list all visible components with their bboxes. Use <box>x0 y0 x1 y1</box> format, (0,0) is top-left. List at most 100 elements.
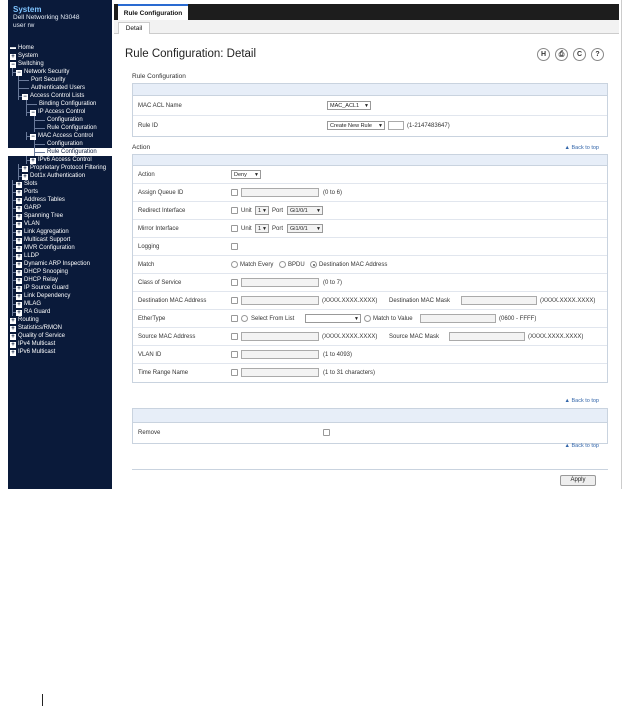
mirror-checkbox[interactable] <box>231 225 238 232</box>
sidebar-item-mlag[interactable]: + MLAG <box>8 300 112 308</box>
sidebar-item-dynamic-arp-inspection[interactable]: + Dynamic ARP Inspection <box>8 260 112 268</box>
sidebar-item-configuration[interactable]: Configuration <box>8 140 112 148</box>
ethertype-select[interactable]: ▼ <box>305 314 361 323</box>
select-from-list-radio[interactable] <box>241 315 248 322</box>
sidebar-item-dhcp-relay[interactable]: + DHCP Relay <box>8 276 112 284</box>
expand-icon[interactable]: + <box>16 181 22 188</box>
sidebar-item-ipv6-multicast[interactable]: + IPv6 Multicast <box>8 348 112 356</box>
sidebar-item-mvr-configuration[interactable]: + MVR Configuration <box>8 244 112 252</box>
src-mac-input[interactable] <box>241 332 319 341</box>
mirror-unit-select[interactable]: 1 ▼ <box>255 224 269 233</box>
sidebar-item-mac-access-control[interactable]: − MAC Access Control <box>8 132 112 140</box>
collapse-icon[interactable]: − <box>16 69 22 76</box>
sidebar-item-ra-guard[interactable]: + RA Guard <box>8 308 112 316</box>
expand-icon[interactable]: + <box>22 173 28 180</box>
sidebar-item-statistics-rmon[interactable]: + Statistics/RMON <box>8 324 112 332</box>
sidebar-item-ip-source-guard[interactable]: + IP Source Guard <box>8 284 112 292</box>
system-title[interactable]: System <box>13 5 107 14</box>
sidebar-item-ip-access-control[interactable]: − IP Access Control <box>8 108 112 116</box>
cos-checkbox[interactable] <box>231 279 238 286</box>
sidebar-item-authenticated-users[interactable]: Authenticated Users <box>8 84 112 92</box>
redirect-checkbox[interactable] <box>231 207 238 214</box>
ethertype-checkbox[interactable] <box>231 315 238 322</box>
print-icon[interactable]: ⎙ <box>555 48 568 61</box>
sidebar-item-spanning-tree[interactable]: + Spanning Tree <box>8 212 112 220</box>
rule-id-input[interactable] <box>388 121 404 130</box>
expand-icon[interactable]: + <box>10 333 16 340</box>
logging-checkbox[interactable] <box>231 243 238 250</box>
back-to-top-link[interactable]: ▲ Back to top <box>565 145 600 151</box>
sidebar-item-link-dependency[interactable]: + Link Dependency <box>8 292 112 300</box>
sidebar-item-lldp[interactable]: + LLDP <box>8 252 112 260</box>
expand-icon[interactable]: + <box>16 189 22 196</box>
expand-icon[interactable]: + <box>16 213 22 220</box>
ethertype-value-input[interactable] <box>420 314 496 323</box>
save-icon[interactable]: H <box>537 48 550 61</box>
cos-input[interactable] <box>241 278 319 287</box>
bpdu-radio[interactable] <box>279 261 286 268</box>
expand-icon[interactable]: + <box>10 341 16 348</box>
expand-icon[interactable]: + <box>30 157 36 164</box>
expand-icon[interactable]: + <box>16 253 22 260</box>
action-select[interactable]: Deny ▼ <box>231 170 261 179</box>
back-to-top-link[interactable]: ▲ Back to top <box>565 398 600 404</box>
expand-icon[interactable]: + <box>16 301 22 308</box>
dest-mac-mask-input[interactable] <box>461 296 537 305</box>
sidebar-item-configuration[interactable]: Configuration <box>8 116 112 124</box>
sidebar-item-ports[interactable]: + Ports <box>8 188 112 196</box>
expand-icon[interactable]: + <box>16 221 22 228</box>
sidebar-item-proprietary-protocol-filtering[interactable]: + Proprietary Protocol Filtering <box>8 164 112 172</box>
expand-icon[interactable]: + <box>10 325 16 332</box>
sidebar-item-ipv6-access-control[interactable]: + IPv6 Access Control <box>8 156 112 164</box>
sidebar-item-rule-configuration[interactable]: Rule Configuration <box>8 148 112 156</box>
mirror-port-select[interactable]: Gi1/0/1 ▼ <box>287 224 323 233</box>
expand-icon[interactable]: + <box>16 309 22 316</box>
dest-mac-checkbox[interactable] <box>231 297 238 304</box>
vlan-checkbox[interactable] <box>231 351 238 358</box>
expand-icon[interactable]: + <box>16 269 22 276</box>
expand-icon[interactable]: + <box>22 165 28 172</box>
sidebar-item-rule-configuration[interactable]: Rule Configuration <box>8 124 112 132</box>
sidebar-item-access-control-lists[interactable]: − Access Control Lists <box>8 92 112 100</box>
expand-icon[interactable]: + <box>16 293 22 300</box>
time-range-checkbox[interactable] <box>231 369 238 376</box>
expand-icon[interactable]: + <box>16 197 22 204</box>
mac-acl-name-select[interactable]: MAC_ACL1 ▼ <box>327 101 371 110</box>
apply-button[interactable]: Apply <box>560 475 596 486</box>
src-mac-mask-input[interactable] <box>449 332 525 341</box>
expand-icon[interactable]: + <box>16 285 22 292</box>
expand-icon[interactable]: + <box>16 245 22 252</box>
expand-icon[interactable]: + <box>10 53 16 60</box>
sidebar-item-routing[interactable]: + Routing <box>8 316 112 324</box>
sidebar-item-system[interactable]: + System <box>8 52 112 60</box>
dest-mac-radio[interactable] <box>310 261 317 268</box>
expand-icon[interactable]: + <box>16 277 22 284</box>
rule-id-select[interactable]: Create New Rule ▼ <box>327 121 385 130</box>
refresh-icon[interactable]: C <box>573 48 586 61</box>
assign-queue-input[interactable] <box>241 188 319 197</box>
sidebar-item-slots[interactable]: + Slots <box>8 180 112 188</box>
help-icon[interactable]: ? <box>591 48 604 61</box>
sidebar-item-dhcp-snooping[interactable]: + DHCP Snooping <box>8 268 112 276</box>
sidebar-item-address-tables[interactable]: + Address Tables <box>8 196 112 204</box>
redirect-unit-select[interactable]: 1 ▼ <box>255 206 269 215</box>
back-to-top-link[interactable]: ▲ Back to top <box>565 443 600 449</box>
match-every-radio[interactable] <box>231 261 238 268</box>
sidebar-item-switching[interactable]: − Switching <box>8 60 112 68</box>
src-mac-checkbox[interactable] <box>231 333 238 340</box>
expand-icon[interactable]: + <box>16 237 22 244</box>
sidebar-item-quality-of-service[interactable]: + Quality of Service <box>8 332 112 340</box>
sidebar-item-multicast-support[interactable]: + Multicast Support <box>8 236 112 244</box>
sidebar-item-vlan[interactable]: + VLAN <box>8 220 112 228</box>
tab-detail[interactable]: Detail <box>118 22 150 34</box>
sidebar-item-home[interactable]: ▬ Home <box>8 44 112 52</box>
expand-icon[interactable]: + <box>16 261 22 268</box>
sidebar-item-port-security[interactable]: Port Security <box>8 76 112 84</box>
sidebar-item-garp[interactable]: + GARP <box>8 204 112 212</box>
collapse-icon[interactable]: − <box>22 93 28 100</box>
sidebar-item-ipv4-multicast[interactable]: + IPv4 Multicast <box>8 340 112 348</box>
sidebar-item-binding-configuration[interactable]: Binding Configuration <box>8 100 112 108</box>
vlan-input[interactable] <box>241 350 319 359</box>
sidebar-item-link-aggregation[interactable]: + Link Aggregation <box>8 228 112 236</box>
expand-icon[interactable]: + <box>10 317 16 324</box>
